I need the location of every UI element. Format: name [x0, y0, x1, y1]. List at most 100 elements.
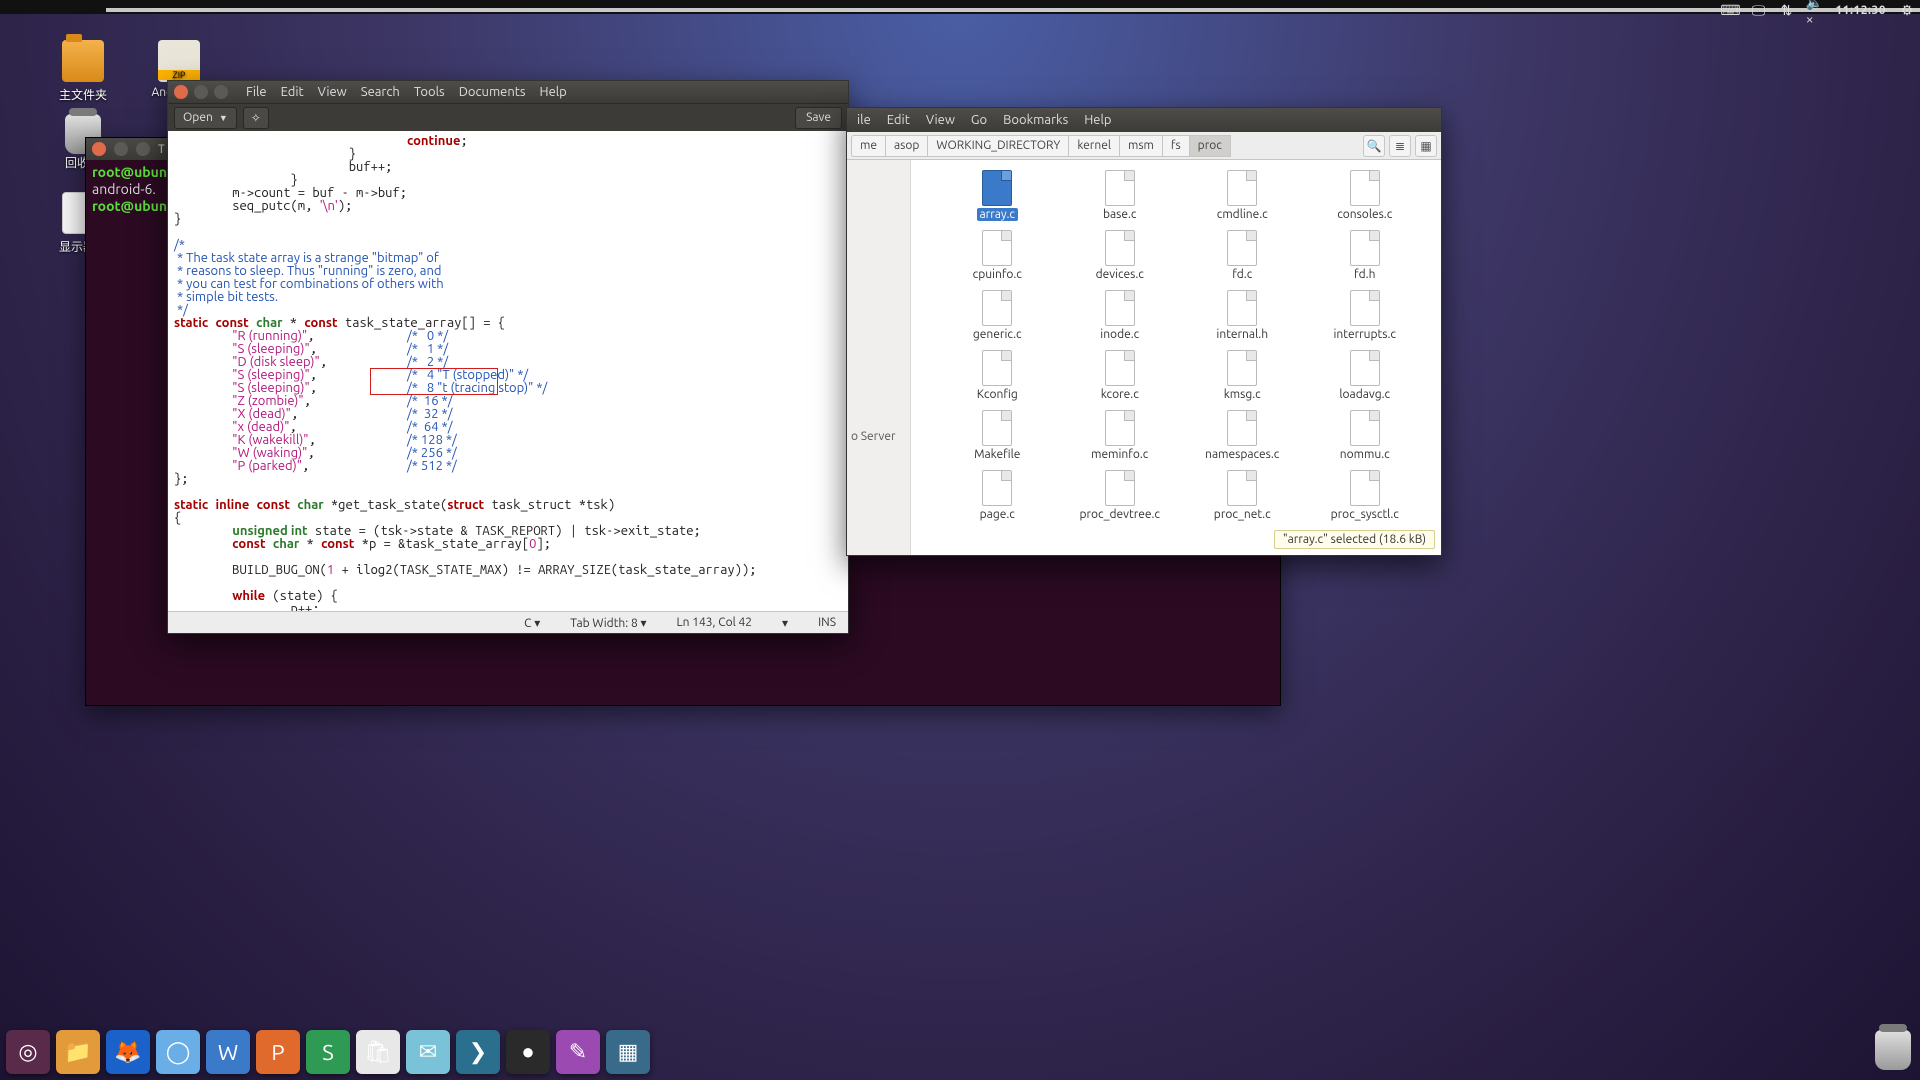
- menu-search[interactable]: Search: [361, 85, 400, 99]
- sidebar[interactable]: o Server: [847, 160, 911, 555]
- file-label: loadavg.c: [1339, 388, 1390, 401]
- dock-software[interactable]: 🛍: [356, 1030, 400, 1074]
- dock-mail[interactable]: ✉: [406, 1030, 450, 1074]
- breadcrumb-item[interactable]: asop: [886, 135, 928, 157]
- editor-area[interactable]: continue; } buf++; } m->count = buf - m-…: [168, 131, 848, 611]
- breadcrumb-item[interactable]: kernel: [1069, 135, 1120, 157]
- top-bar: [0, 0, 1920, 14]
- file-icon: [982, 290, 1012, 326]
- terminal-line: android-6.: [92, 181, 156, 197]
- breadcrumb-item[interactable]: proc: [1190, 135, 1231, 157]
- menu-edit[interactable]: Edit: [281, 85, 304, 99]
- language-selector[interactable]: C ▾: [524, 616, 540, 630]
- menu-file[interactable]: File: [246, 85, 267, 99]
- file-manager-window[interactable]: ile Edit View Go Bookmarks Help measopWORKING…: [846, 107, 1442, 556]
- file-item[interactable]: kmsg.c: [1186, 350, 1299, 410]
- new-document-button[interactable]: ✧: [243, 107, 269, 129]
- grid-view-icon[interactable]: ▦: [1415, 135, 1437, 157]
- open-button[interactable]: Open ▼: [174, 107, 237, 129]
- clock[interactable]: 11:12:30: [1835, 4, 1886, 17]
- file-icon: [1105, 350, 1135, 386]
- menu-edit[interactable]: Edit: [887, 113, 910, 127]
- file-item[interactable]: kcore.c: [1064, 350, 1177, 410]
- file-item[interactable]: namespaces.c: [1186, 410, 1299, 470]
- file-icon: [1227, 350, 1257, 386]
- list-view-icon[interactable]: ≣: [1389, 135, 1411, 157]
- gedit-window[interactable]: File Edit View Search Tools Documents Help Ope…: [167, 80, 849, 634]
- dock-panel-app[interactable]: ▦: [606, 1030, 650, 1074]
- dock-chromium[interactable]: ◯: [156, 1030, 200, 1074]
- display-icon[interactable]: 🖵: [1751, 3, 1765, 17]
- maximize-icon[interactable]: [136, 142, 150, 156]
- close-icon[interactable]: [174, 85, 188, 99]
- dock-trash-icon[interactable]: [1874, 1030, 1912, 1072]
- chevron-down-icon: ▼: [219, 113, 228, 123]
- menu-documents[interactable]: Documents: [459, 85, 526, 99]
- menu-view[interactable]: View: [318, 85, 347, 99]
- file-item[interactable]: Makefile: [941, 410, 1054, 470]
- breadcrumb-item[interactable]: msm: [1120, 135, 1163, 157]
- file-item[interactable]: inode.c: [1064, 290, 1177, 350]
- file-item[interactable]: array.c: [941, 170, 1054, 230]
- minimize-icon[interactable]: [194, 85, 208, 99]
- file-item[interactable]: base.c: [1064, 170, 1177, 230]
- breadcrumb-item[interactable]: me: [851, 135, 886, 157]
- file-item[interactable]: loadavg.c: [1309, 350, 1422, 410]
- file-item[interactable]: Kconfig: [941, 350, 1054, 410]
- file-grid[interactable]: array.cbase.ccmdline.cconsoles.c cpuinfo.…: [911, 160, 1441, 555]
- sidebar-item[interactable]: o Server: [851, 430, 910, 443]
- file-item[interactable]: devices.c: [1064, 230, 1177, 290]
- file-item[interactable]: internal.h: [1186, 290, 1299, 350]
- dock-gedit-app[interactable]: ✎: [556, 1030, 600, 1074]
- cursor-dropdown-icon[interactable]: ▾: [782, 616, 788, 630]
- dock-firefox[interactable]: 🦊: [106, 1030, 150, 1074]
- dock-wps-spreadsheet[interactable]: S: [306, 1030, 350, 1074]
- dock-wps-presentation[interactable]: P: [256, 1030, 300, 1074]
- menu-bookmarks[interactable]: Bookmarks: [1003, 113, 1068, 127]
- menu-help[interactable]: Help: [1084, 113, 1111, 127]
- file-item[interactable]: fd.h: [1309, 230, 1422, 290]
- file-item[interactable]: consoles.c: [1309, 170, 1422, 230]
- keyboard-icon[interactable]: ⌨: [1723, 3, 1737, 17]
- file-item[interactable]: cmdline.c: [1186, 170, 1299, 230]
- dock-terminal-app[interactable]: ❯: [456, 1030, 500, 1074]
- home-folder-icon[interactable]: 主文件夹: [38, 40, 128, 103]
- menu-help[interactable]: Help: [540, 85, 567, 99]
- menu-view[interactable]: View: [926, 113, 955, 127]
- dock-wps-writer[interactable]: W: [206, 1030, 250, 1074]
- file-item[interactable]: nommu.c: [1309, 410, 1422, 470]
- menu-tools[interactable]: Tools: [414, 85, 445, 99]
- file-item[interactable]: proc_sysctl.c: [1309, 470, 1422, 530]
- file-item[interactable]: generic.c: [941, 290, 1054, 350]
- search-icon[interactable]: 🔍: [1363, 135, 1385, 157]
- breadcrumb-item[interactable]: WORKING_DIRECTORY: [928, 135, 1069, 157]
- file-label: kcore.c: [1101, 388, 1139, 401]
- file-label: Makefile: [974, 448, 1020, 461]
- save-button[interactable]: Save: [795, 107, 842, 129]
- gear-icon[interactable]: ⚙: [1900, 3, 1914, 17]
- close-icon[interactable]: [92, 142, 106, 156]
- file-item[interactable]: interrupts.c: [1309, 290, 1422, 350]
- menu-ile[interactable]: ile: [857, 113, 871, 127]
- folder-icon: [62, 40, 104, 82]
- dock-recorder[interactable]: ●: [506, 1030, 550, 1074]
- file-item[interactable]: fd.c: [1186, 230, 1299, 290]
- breadcrumb-item[interactable]: fs: [1163, 135, 1190, 157]
- file-item[interactable]: page.c: [941, 470, 1054, 530]
- menu-go[interactable]: Go: [971, 113, 987, 127]
- dock-files[interactable]: 📁: [56, 1030, 100, 1074]
- file-item[interactable]: cpuinfo.c: [941, 230, 1054, 290]
- gedit-titlebar[interactable]: File Edit View Search Tools Documents Help: [168, 81, 848, 103]
- file-item[interactable]: proc_net.c: [1186, 470, 1299, 530]
- file-item[interactable]: meminfo.c: [1064, 410, 1177, 470]
- minimize-icon[interactable]: [114, 142, 128, 156]
- open-label: Open: [183, 111, 213, 124]
- tabwidth-selector[interactable]: Tab Width: 8 ▾: [570, 616, 646, 630]
- source-code[interactable]: continue; } buf++; } m->count = buf - m-…: [168, 131, 848, 611]
- maximize-icon[interactable]: [214, 85, 228, 99]
- file-label: namespaces.c: [1205, 448, 1279, 461]
- network-icon[interactable]: ⇅: [1779, 3, 1793, 17]
- volume-icon[interactable]: 🔈×: [1807, 3, 1821, 17]
- dock-show-apps[interactable]: ◎: [6, 1030, 50, 1074]
- file-item[interactable]: proc_devtree.c: [1064, 470, 1177, 530]
